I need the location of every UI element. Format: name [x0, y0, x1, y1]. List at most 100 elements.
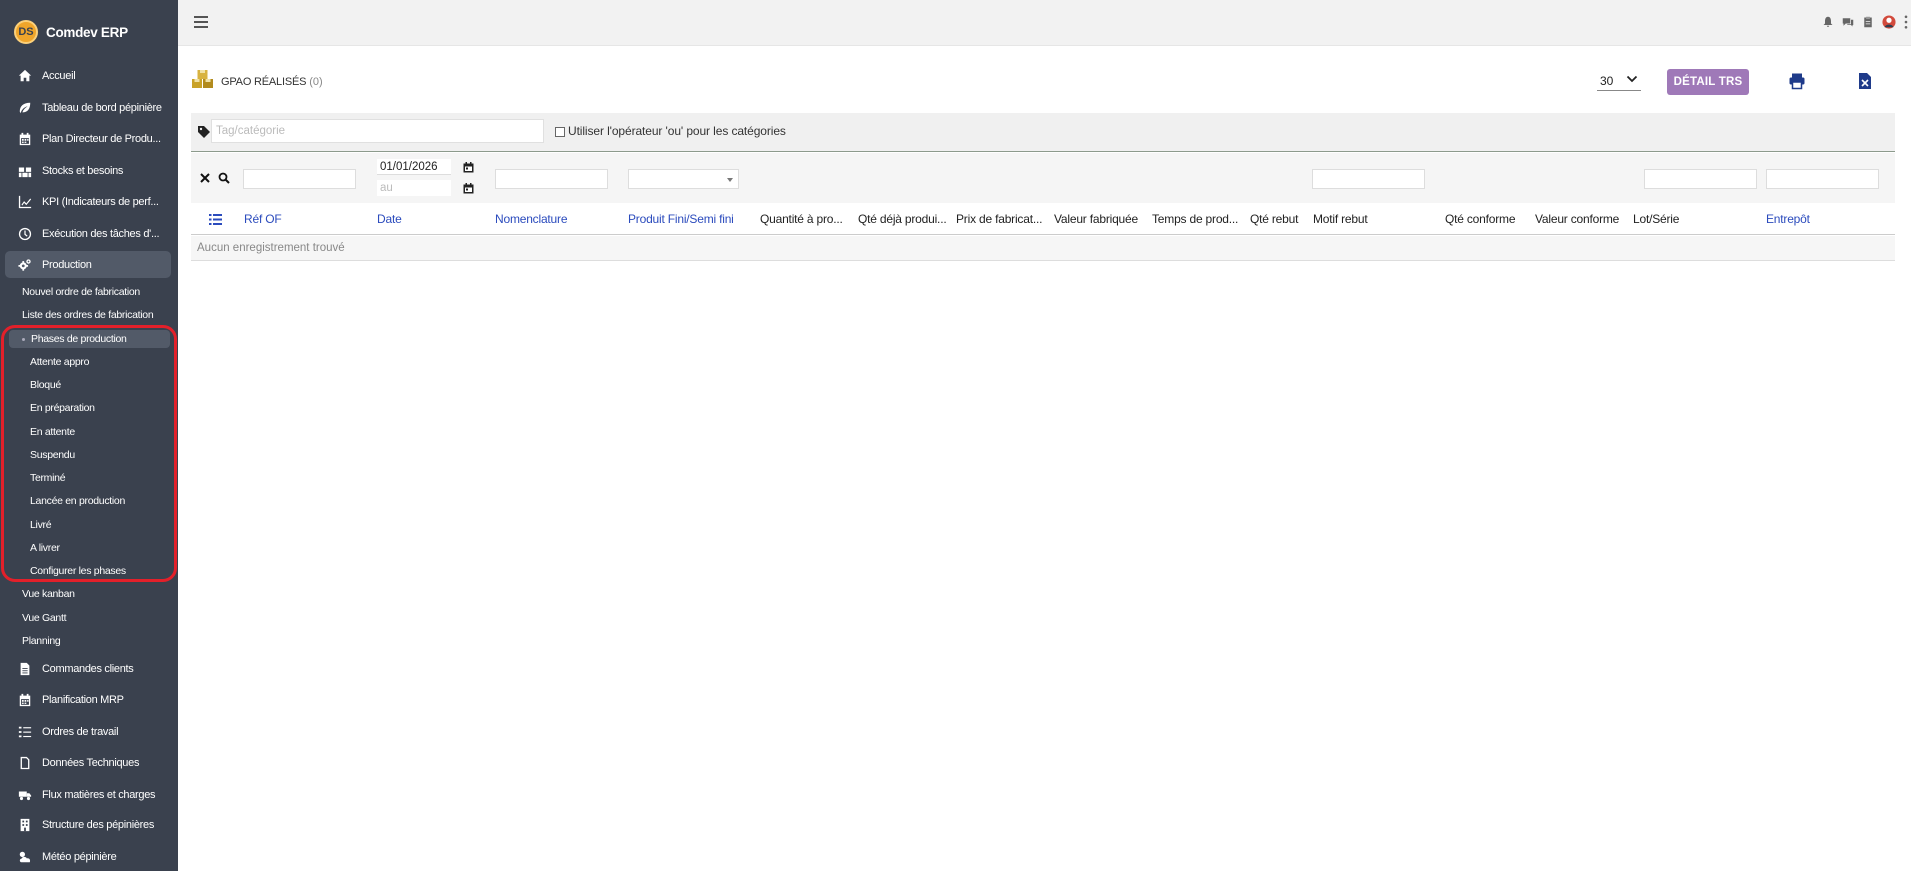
- sidebar-subitem-kanban[interactable]: Vue kanban: [22, 586, 75, 602]
- column-filter-row: 01/01/2026 au: [191, 153, 1895, 203]
- sidebar-item-label: Production: [42, 258, 92, 271]
- file-icon: [17, 661, 33, 677]
- app-logo: DS: [14, 20, 38, 44]
- sidebar-item-accueil[interactable]: Accueil: [5, 62, 171, 89]
- sidebar: DS Comdev ERP Accueil Tableau de bord pé…: [0, 0, 178, 871]
- empty-table-message: Aucun enregistrement trouvé: [191, 236, 1895, 261]
- column-header-quantite[interactable]: Quantité à pro...: [760, 212, 850, 226]
- sidebar-item-execution[interactable]: Exécution des tâches d'...: [5, 220, 171, 247]
- document-icon: [17, 755, 33, 771]
- cloud-sun-icon: [17, 849, 33, 865]
- sidebar-item-label: Ordres de travail: [42, 725, 119, 738]
- clipboard-icon[interactable]: [1861, 15, 1875, 29]
- phase-item[interactable]: Lancée en production: [30, 493, 125, 509]
- sidebar-subitem-liste-of[interactable]: Liste des ordres de fabrication: [22, 307, 154, 323]
- page-header: GPAO RÉALISÉS (0): [191, 68, 323, 95]
- sidebar-item-label: Structure des pépinières: [42, 818, 155, 831]
- phase-item[interactable]: Attente appro: [30, 354, 89, 370]
- column-header-qte-conforme[interactable]: Qté conforme: [1445, 212, 1525, 226]
- tag-filter-bar: Utiliser l'opérateur 'ou' pour les catég…: [191, 113, 1895, 152]
- or-operator-checkbox[interactable]: [555, 127, 565, 137]
- sidebar-subitem-nouvel-of[interactable]: Nouvel ordre de fabrication: [22, 284, 140, 300]
- phase-item[interactable]: En attente: [30, 424, 75, 440]
- list-check-icon: [17, 724, 33, 740]
- column-header-lot-serie[interactable]: Lot/Série: [1633, 212, 1713, 226]
- search-icon[interactable]: [218, 172, 230, 184]
- phase-item[interactable]: En préparation: [30, 400, 95, 416]
- phase-item[interactable]: Terminé: [30, 470, 66, 486]
- record-count: (0): [309, 75, 323, 88]
- column-header-qte-rebut[interactable]: Qté rebut: [1250, 212, 1310, 226]
- nomenclature-filter-input[interactable]: [495, 169, 608, 189]
- truck-boxes-icon: [17, 787, 33, 803]
- page-title: GPAO RÉALISÉS: [221, 75, 307, 88]
- table-header: Réf OF Date Nomenclature Produit Fini/Se…: [191, 203, 1895, 235]
- detail-trs-button[interactable]: DÉTAIL TRS: [1667, 69, 1749, 95]
- phase-item[interactable]: A livrer: [30, 540, 60, 556]
- column-header-temps-production[interactable]: Temps de prod...: [1152, 212, 1242, 226]
- sidebar-item-tableau-de-bord[interactable]: Tableau de bord pépinière: [5, 94, 171, 121]
- per-page-select[interactable]: 30: [1597, 71, 1641, 91]
- sidebar-item-commandes[interactable]: Commandes clients: [5, 655, 171, 682]
- calendar-icon[interactable]: [463, 162, 474, 173]
- chevron-down-icon: [1626, 75, 1638, 83]
- sidebar-item-donnees-techniques[interactable]: Données Techniques: [5, 749, 171, 776]
- sidebar-subitem-phases[interactable]: Phases de production: [9, 330, 170, 348]
- sidebar-item-plan-directeur[interactable]: Plan Directeur de Produ...: [5, 125, 171, 152]
- column-header-produit[interactable]: Produit Fini/Semi fini: [628, 212, 753, 226]
- sidebar-item-planification-mrp[interactable]: Planification MRP: [5, 686, 171, 713]
- phase-item[interactable]: Suspendu: [30, 447, 75, 463]
- sidebar-item-label: Stocks et besoins: [42, 164, 124, 177]
- date-to-input[interactable]: au: [377, 180, 451, 196]
- more-vertical-icon[interactable]: [1903, 15, 1909, 29]
- sidebar-subitem-planning[interactable]: Planning: [22, 633, 61, 649]
- sidebar-item-label: Commandes clients: [42, 662, 134, 675]
- column-chooser-icon[interactable]: [209, 214, 222, 225]
- bell-icon[interactable]: [1821, 15, 1835, 29]
- sidebar-item-kpi[interactable]: KPI (Indicateurs de perf...: [5, 188, 171, 215]
- column-header-entrepot[interactable]: Entrepôt: [1766, 212, 1846, 226]
- date-from-input[interactable]: 01/01/2026: [377, 159, 451, 175]
- clear-filters-icon[interactable]: [200, 173, 210, 183]
- calendar-icon: [17, 131, 33, 147]
- sidebar-subitem-gantt[interactable]: Vue Gantt: [22, 610, 67, 626]
- produit-filter-select[interactable]: [628, 169, 739, 189]
- sidebar-item-stocks[interactable]: Stocks et besoins: [5, 157, 171, 184]
- brand[interactable]: DS Comdev ERP: [14, 19, 128, 45]
- sidebar-item-flux-matieres[interactable]: Flux matières et charges: [5, 781, 171, 808]
- sidebar-item-label: Accueil: [42, 69, 76, 82]
- column-header-valeur-conforme[interactable]: Valeur conforme: [1535, 212, 1630, 226]
- calendar-icon[interactable]: [463, 183, 474, 194]
- column-header-valeur-fabriquee[interactable]: Valeur fabriquée: [1054, 212, 1144, 226]
- user-avatar-icon[interactable]: [1881, 14, 1897, 30]
- chat-icon[interactable]: [1841, 15, 1855, 29]
- ref-of-filter-input[interactable]: [243, 169, 356, 189]
- column-header-date[interactable]: Date: [377, 212, 477, 226]
- sidebar-item-label: Planification MRP: [42, 693, 124, 706]
- phase-item[interactable]: Livré: [30, 517, 52, 533]
- sidebar-item-meteo[interactable]: Météo pépinière: [5, 843, 171, 870]
- entrepot-filter-input[interactable]: [1766, 169, 1879, 189]
- excel-export-icon[interactable]: [1857, 72, 1873, 90]
- tag-category-input[interactable]: [211, 119, 544, 143]
- column-header-prix-fabrication[interactable]: Prix de fabricat...: [956, 212, 1047, 226]
- column-header-qte-deja-produite[interactable]: Qté déjà produi...: [858, 212, 951, 226]
- hamburger-menu-icon[interactable]: [194, 16, 208, 28]
- leaf-icon: [17, 100, 33, 116]
- phase-item[interactable]: Bloqué: [30, 377, 61, 393]
- sidebar-item-label: Plan Directeur de Produ...: [42, 132, 161, 145]
- sidebar-item-label: Données Techniques: [42, 756, 140, 769]
- or-operator-label: Utiliser l'opérateur 'ou' pour les catég…: [568, 124, 786, 138]
- calendar-icon: [17, 692, 33, 708]
- sidebar-item-production[interactable]: Production: [5, 251, 171, 278]
- print-icon[interactable]: [1788, 72, 1806, 90]
- sidebar-item-structure[interactable]: Structure des pépinières: [5, 811, 171, 838]
- phase-item[interactable]: Configurer les phases: [30, 563, 126, 579]
- motif-rebut-filter-input[interactable]: [1312, 169, 1425, 189]
- column-header-motif-rebut[interactable]: Motif rebut: [1313, 212, 1423, 226]
- column-header-nomenclature[interactable]: Nomenclature: [495, 212, 605, 226]
- column-header-ref-of[interactable]: Réf OF: [244, 212, 344, 226]
- lot-serie-filter-input[interactable]: [1644, 169, 1757, 189]
- sidebar-item-label: KPI (Indicateurs de perf...: [42, 195, 159, 208]
- sidebar-item-ordres-travail[interactable]: Ordres de travail: [5, 718, 171, 745]
